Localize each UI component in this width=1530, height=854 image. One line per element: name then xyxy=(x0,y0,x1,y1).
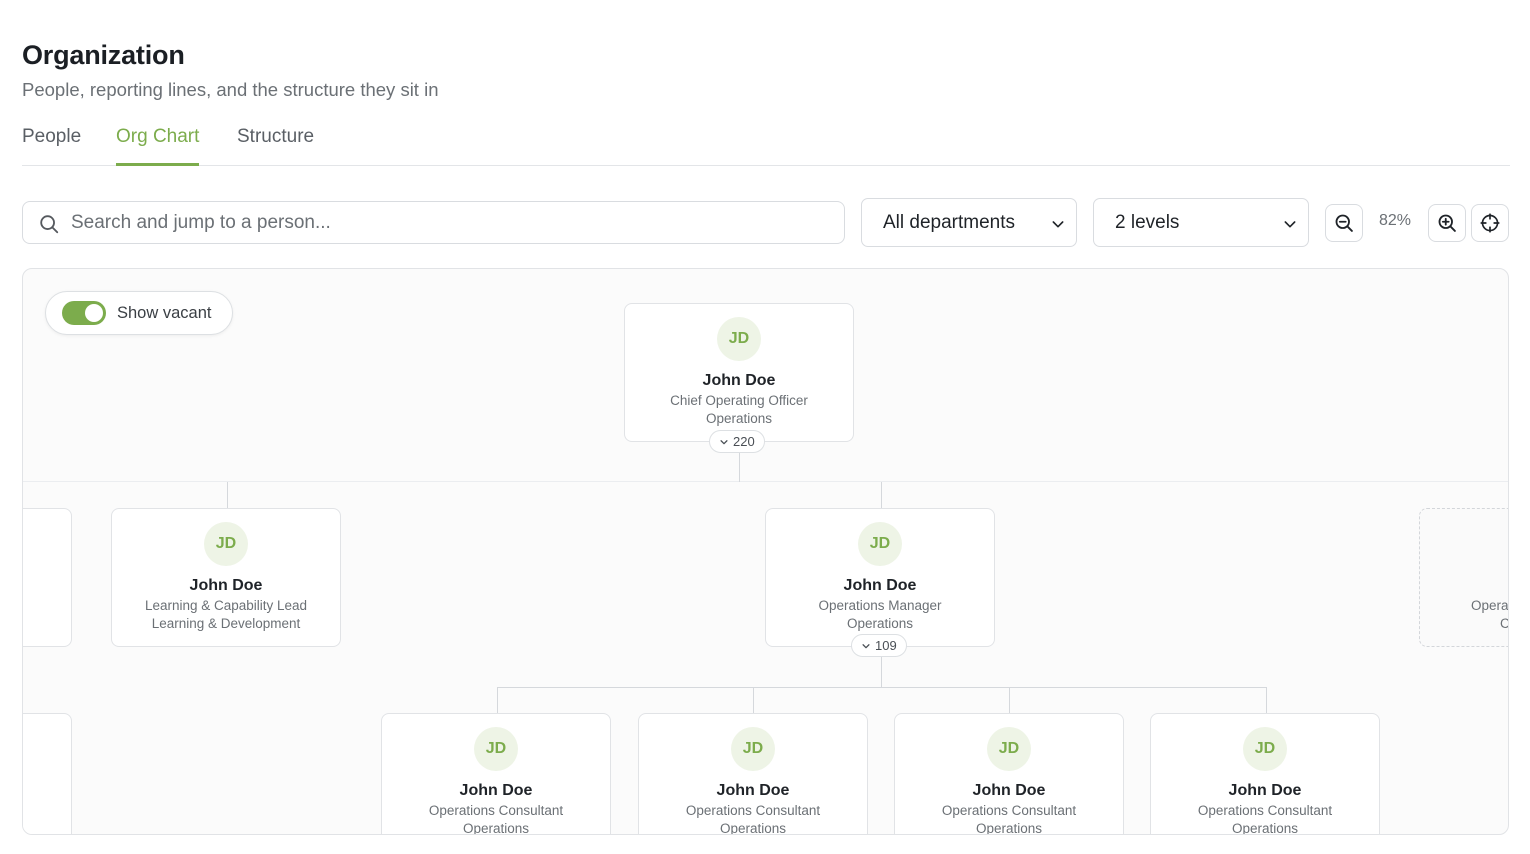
connector xyxy=(753,687,754,714)
search-box xyxy=(22,201,845,244)
toggle-switch[interactable] xyxy=(62,301,106,325)
search-input[interactable] xyxy=(71,202,831,243)
zoom-level: 82% xyxy=(1378,212,1412,229)
show-vacant-toggle[interactable]: Show vacant xyxy=(45,291,233,335)
avatar: JD xyxy=(731,727,775,771)
person-card[interactable]: JD John Doe Operations Consultant Operat… xyxy=(381,713,611,835)
person-title: Chief Operating Officer xyxy=(670,393,808,408)
person-name: John Doe xyxy=(459,782,533,799)
level-divider xyxy=(23,481,1508,482)
chevron-down-icon xyxy=(862,643,870,648)
connector xyxy=(1009,687,1010,714)
avatar: JD xyxy=(717,317,761,361)
department-select[interactable]: All departments xyxy=(861,198,1077,247)
connector xyxy=(739,453,740,482)
zoom-out-button[interactable] xyxy=(1325,204,1363,242)
person-department: Operations xyxy=(846,616,914,631)
expand-reports-button[interactable]: 220 xyxy=(709,430,765,453)
person-card[interactable]: JD John Doe Learning & Capability Lead L… xyxy=(111,508,341,647)
avatar: JD xyxy=(204,522,248,566)
person-title: Operations Consultant xyxy=(685,803,821,818)
connector xyxy=(227,482,228,509)
person-title: Operations Consultant xyxy=(1197,803,1333,818)
tab-bar: People Org Chart Structure xyxy=(22,120,1510,166)
tab-people[interactable]: People xyxy=(22,126,81,165)
person-department: Learning & Development xyxy=(151,616,301,631)
person-title: Learning & Capability Lead xyxy=(144,598,308,613)
person-name: John Doe xyxy=(843,577,917,594)
chevron-down-icon xyxy=(720,439,728,444)
person-name: John Doe xyxy=(702,372,776,389)
person-card[interactable]: JD John Doe Operations Manager Operation… xyxy=(765,508,995,647)
person-card[interactable]: JD John Doe Operations Consultant Operat… xyxy=(1150,713,1380,835)
person-department: Operations xyxy=(719,821,787,835)
person-title: Operations Manager xyxy=(818,598,942,613)
person-card-edge-left[interactable] xyxy=(23,713,72,834)
reports-count: 109 xyxy=(875,638,897,653)
org-chart-canvas[interactable]: Show vacant JD John Doe Chief Operating … xyxy=(22,268,1509,835)
toggle-knob xyxy=(85,304,103,322)
person-department: Operations xyxy=(462,821,530,835)
person-name: John Doe xyxy=(1228,782,1302,799)
person-card[interactable]: JD John Doe Operations Consultant Operat… xyxy=(638,713,868,835)
zoom-out-icon xyxy=(1335,214,1353,232)
avatar: JD xyxy=(1243,727,1287,771)
connector xyxy=(881,482,882,509)
levels-select-value: 2 levels xyxy=(1115,212,1180,233)
page-title: Organization xyxy=(22,40,185,70)
connector xyxy=(1266,687,1267,714)
person-department: Operations xyxy=(705,411,773,426)
expand-reports-button[interactable]: 109 xyxy=(851,634,907,657)
department-select-value: All departments xyxy=(883,212,1016,233)
person-name: John Doe xyxy=(972,782,1046,799)
connector xyxy=(497,687,498,714)
position-title: Opera xyxy=(1471,598,1509,613)
crosshair-icon xyxy=(1480,213,1500,233)
reports-count: 220 xyxy=(733,434,755,449)
page-subtitle: People, reporting lines, and the structu… xyxy=(22,79,439,100)
search-icon xyxy=(40,215,59,234)
show-vacant-label: Show vacant xyxy=(117,304,212,322)
person-card[interactable]: JD John Doe Operations Consultant Operat… xyxy=(894,713,1124,835)
person-card-root[interactable]: JD John Doe Chief Operating Officer Oper… xyxy=(624,303,854,442)
chevron-down-icon xyxy=(1284,221,1296,228)
zoom-in-button[interactable] xyxy=(1428,204,1466,242)
vacant-position-card[interactable]: Opera C xyxy=(1419,508,1509,647)
avatar: JD xyxy=(858,522,902,566)
person-department: Operations xyxy=(1231,821,1299,835)
person-department: Operations xyxy=(975,821,1043,835)
person-title: Operations Consultant xyxy=(428,803,564,818)
person-card-edge-left[interactable] xyxy=(23,508,72,647)
person-name: John Doe xyxy=(189,577,263,594)
person-name: John Doe xyxy=(716,782,790,799)
avatar: JD xyxy=(987,727,1031,771)
person-title: Operations Consultant xyxy=(941,803,1077,818)
levels-select[interactable]: 2 levels xyxy=(1093,198,1309,247)
recenter-button[interactable] xyxy=(1471,204,1509,242)
chevron-down-icon xyxy=(1052,221,1064,228)
position-department: C xyxy=(1500,616,1509,631)
connector xyxy=(497,687,1267,688)
avatar: JD xyxy=(474,727,518,771)
tab-structure[interactable]: Structure xyxy=(237,126,314,165)
zoom-in-icon xyxy=(1438,214,1456,232)
tab-org-chart[interactable]: Org Chart xyxy=(116,126,200,166)
